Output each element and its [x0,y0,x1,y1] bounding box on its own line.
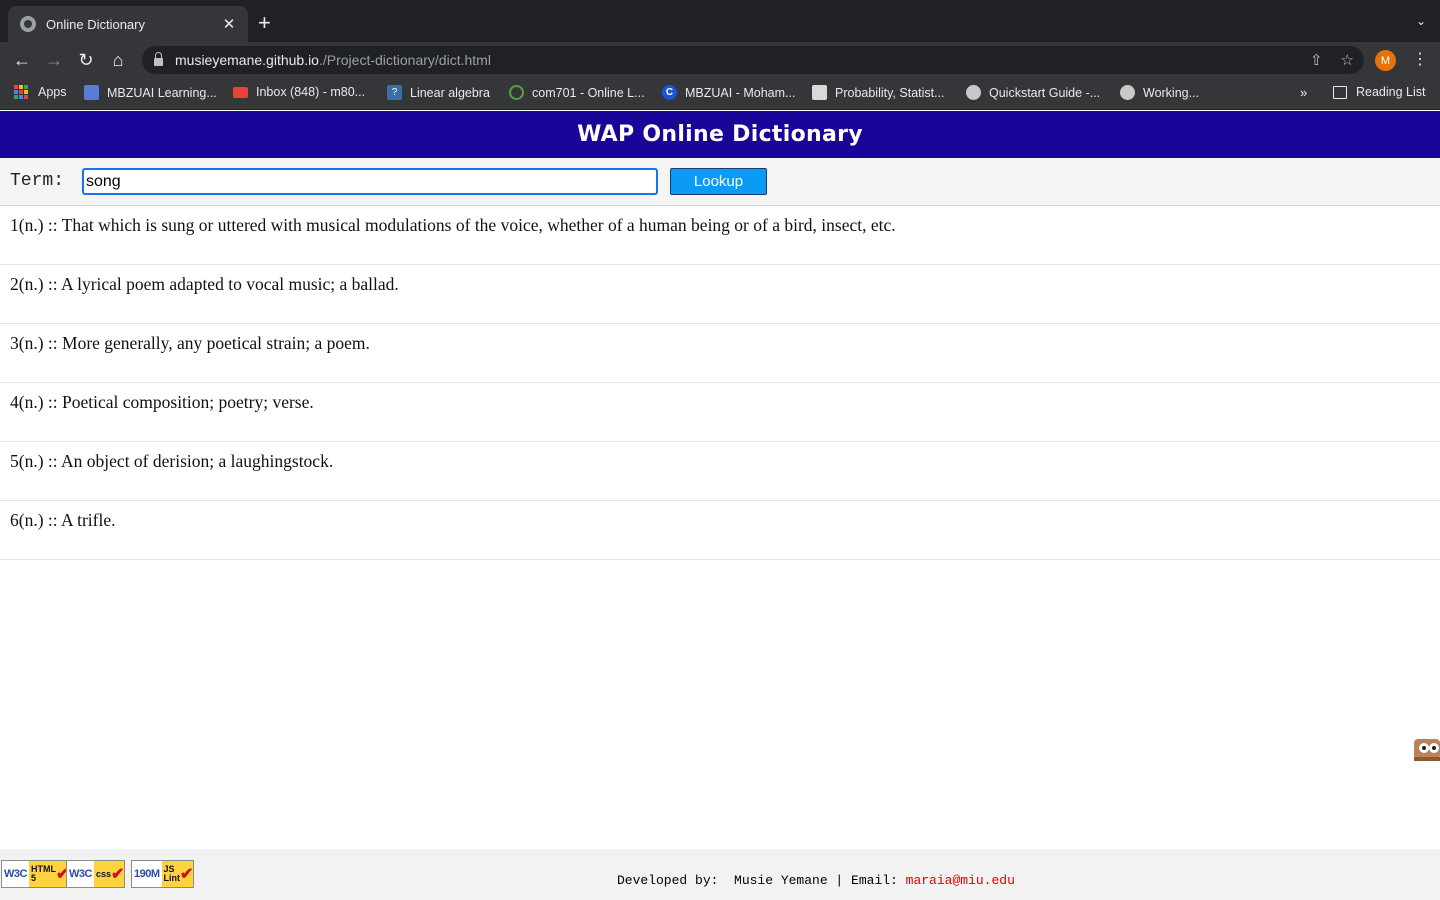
footer-credits: Developed by: Musie Yemane | Email: mara… [617,873,1015,888]
bookmark-quickstart[interactable]: Quickstart Guide -... [966,85,1100,100]
address-bar[interactable]: musieyemane.github.io ./Project-dictionar… [142,46,1364,74]
back-arrow-icon[interactable]: ← [6,44,38,76]
bookmark-com701[interactable]: com701 - Online L... [509,85,645,100]
url-host: musieyemane.github.io [175,52,319,68]
browser-menu-icon[interactable]: ⋮ [1412,49,1428,69]
definitions-list: 1(n.) :: That which is sung or uttered w… [0,206,1440,560]
css-valid-badge[interactable]: W3C css ✔ [66,860,126,888]
bookmark-linear-algebra[interactable]: ? Linear algebra [387,85,490,100]
bookmark-label: Probability, Statist... [835,85,945,100]
bookmarks-bar: Apps MBZUAI Learning... Inbox (848) - m8… [0,78,1440,110]
mascot-icon[interactable] [1412,731,1440,763]
bookmark-apps[interactable]: Apps [14,85,67,99]
checkmark-icon: ✔ [180,866,194,883]
search-bar: Term: Lookup [0,158,1440,206]
definition-item: 5(n.) :: An object of derision; a laughi… [0,442,1440,501]
reading-list-label: Reading List [1356,85,1426,99]
gmail-icon [233,86,248,98]
definition-item: 2(n.) :: A lyrical poem adapted to vocal… [0,265,1440,324]
profile-avatar[interactable]: M [1375,50,1396,71]
reload-icon[interactable]: ↻ [70,44,102,76]
forward-arrow-icon[interactable]: → [38,44,70,76]
url-path: ./Project-dictionary/dict.html [318,52,491,68]
bookmark-probability[interactable]: Probability, Statist... [812,85,945,100]
globe-icon [20,16,36,32]
tab-online-dictionary[interactable]: Online Dictionary ✕ [8,6,248,42]
reading-list-icon [1333,85,1347,99]
more-bookmarks-chevron-icon[interactable]: » [1300,85,1307,100]
page-title: WAP Online Dictionary [0,111,1440,158]
tab-title: Online Dictionary [46,16,145,32]
mbzuai-icon [84,85,99,100]
bookmark-label: Working... [1143,85,1200,100]
lock-icon [154,52,163,66]
c-icon: C [662,85,677,100]
globe-icon [1120,85,1135,100]
html5-valid-badge[interactable]: W3C HTML 5 ✔ [1,860,71,888]
new-tab-button[interactable]: + [258,12,271,34]
tab-strip: Online Dictionary ✕ + ⌄ [0,0,1440,42]
bookmark-label: com701 - Online L... [532,85,645,100]
globe-icon [966,85,981,100]
term-label: Term: [10,171,65,191]
tab-search-chevron-icon[interactable]: ⌄ [1416,14,1426,28]
close-tab-icon[interactable]: ✕ [220,15,238,33]
page-content: WAP Online Dictionary Term: Lookup 1(n.)… [0,111,1440,900]
reading-list-button[interactable]: Reading List [1333,85,1426,99]
bookmark-label: MBZUAI - Moham... [685,85,796,100]
checkmark-icon: ✔ [110,866,125,883]
definition-item: 6(n.) :: A trifle. [0,501,1440,560]
email-link[interactable]: maraia@miu.edu [906,873,1015,888]
definition-item: 1(n.) :: That which is sung or uttered w… [0,206,1440,265]
share-icon[interactable]: ⇧ [1310,51,1323,69]
home-icon[interactable]: ⌂ [102,44,134,76]
developer-credit: Developed by: Musie Yemane | Email: [617,873,906,888]
definition-item: 3(n.) :: More generally, any poetical st… [0,324,1440,383]
bookmark-label: MBZUAI Learning... [107,85,217,100]
moodle-icon [509,85,524,100]
definition-item: 4(n.) :: Poetical composition; poetry; v… [0,383,1440,442]
bookmark-inbox[interactable]: Inbox (848) - m80... [233,85,365,99]
bookmark-working[interactable]: Working... [1120,85,1199,100]
bookmark-label: Quickstart Guide -... [989,85,1101,100]
bookmark-label: Apps [38,85,67,99]
bookmark-label: Linear algebra [410,85,490,100]
bookmark-label: Inbox (848) - m80... [256,85,366,99]
doc-icon [812,85,827,100]
question-icon: ? [387,85,402,100]
jslint-badge[interactable]: 190M JS Lint ✔ [131,860,195,888]
bookmark-mbzuai-learning[interactable]: MBZUAI Learning... [84,85,217,100]
browser-toolbar: ← → ↻ ⌂ musieyemane.github.io ./Project-d… [0,42,1440,78]
lookup-button[interactable]: Lookup [670,168,767,195]
footer: W3C HTML 5 ✔ W3C css ✔ 190M JS Lint ✔ Deve… [0,849,1440,900]
apps-grid-icon [14,85,28,99]
term-input[interactable] [82,168,658,195]
bookmark-star-icon[interactable]: ☆ [1341,51,1354,69]
bookmark-mbzuai-moham[interactable]: C MBZUAI - Moham... [662,85,795,100]
